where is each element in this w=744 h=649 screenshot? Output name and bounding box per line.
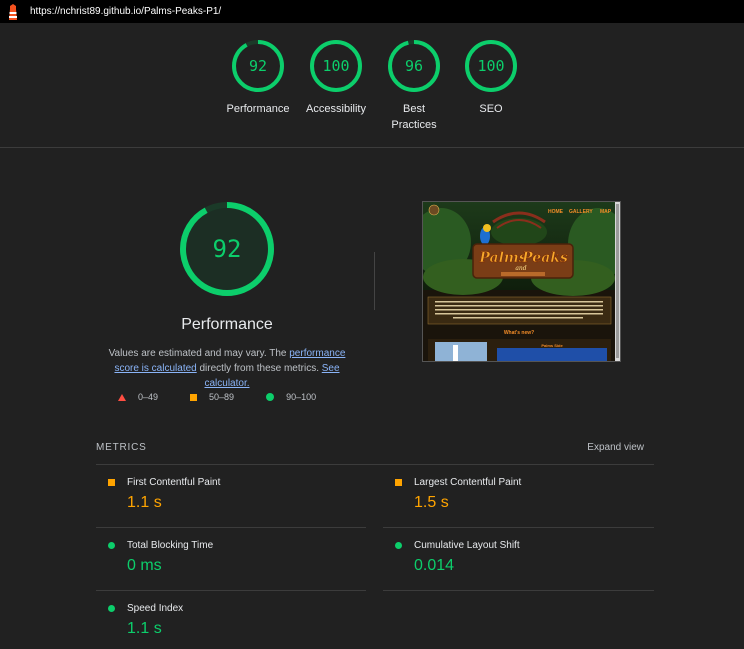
gauge-score: 100 [322, 57, 349, 75]
metric-name: Total Blocking Time [127, 540, 214, 551]
gauge-ring: 96 [388, 40, 440, 92]
thumbnail-logo-palms: Palms [478, 250, 526, 266]
description-text: directly from these metrics. [196, 363, 322, 374]
metric-name: First Contentful Paint [127, 477, 221, 488]
legend-average: 50–89 [190, 392, 234, 402]
gauge-performance[interactable]: 92 Performance [218, 39, 298, 117]
pass-circle-icon [108, 542, 115, 549]
metric-value: 0.014 [414, 557, 455, 574]
row-divider [383, 590, 654, 591]
thumbnail-nav-home: HOME [548, 209, 564, 215]
thumbnail-nav-map: MAP [600, 209, 612, 215]
legend-label: 50–89 [209, 392, 235, 402]
top-bar: https://nchrist89.github.io/Palms-Peaks-… [0, 0, 744, 23]
metric-largest-contentful-paint[interactable]: Largest Contentful Paint 1.5 s [383, 465, 653, 528]
legend-label: 0–49 [138, 392, 159, 402]
metric-value: 1.1 s [127, 620, 162, 637]
metric-value: 1.5 s [414, 494, 449, 511]
metric-name: Speed Index [127, 603, 184, 614]
legend-pass: 90–100 [266, 392, 316, 402]
metric-value: 1.1 s [127, 494, 162, 511]
gauge-label: Performance [226, 103, 290, 115]
performance-title: Performance [181, 316, 273, 333]
gauge-label: Accessibility [306, 103, 366, 115]
pass-circle-icon [395, 542, 402, 549]
average-square-icon [395, 479, 402, 486]
website-thumbnail: Palms and Peaks HOME GALLERY MAP What's … [423, 202, 620, 361]
metric-value: 0 ms [127, 557, 162, 574]
metric-name: Cumulative Layout Shift [414, 540, 520, 551]
metric-cumulative-layout-shift[interactable]: Cumulative Layout Shift 0.014 [383, 528, 653, 591]
gauge-seo[interactable]: 100 SEO [451, 39, 531, 117]
gauge-score: 92 [249, 57, 267, 75]
performance-gauge: 92 [180, 202, 274, 296]
divider [374, 252, 375, 310]
thumbnail-logo-and: and [515, 265, 526, 272]
metric-total-blocking-time[interactable]: Total Blocking Time 0 ms [96, 528, 366, 591]
metrics-title: METRICS [96, 442, 147, 453]
gauge-ring: 92 [232, 40, 284, 92]
legend-fail: 0–49 [118, 392, 158, 402]
metric-name: Largest Contentful Paint [414, 477, 522, 488]
final-screenshot[interactable]: Palms and Peaks HOME GALLERY MAP What's … [422, 201, 621, 362]
fail-triangle-icon [118, 393, 126, 401]
metric-first-contentful-paint[interactable]: First Contentful Paint 1.1 s [96, 465, 366, 528]
summary-gauges: 92 Performance 100 Accessibility 96 Best… [0, 23, 744, 148]
gauge-accessibility[interactable]: 100 Accessibility [296, 39, 376, 117]
thumbnail-nav-gallery: GALLERY [569, 209, 593, 215]
gauge-best-practices[interactable]: 96 Best Practices [374, 39, 454, 133]
description-text: Values are estimated and may vary. The [108, 348, 290, 359]
pass-circle-icon [108, 605, 115, 612]
metrics-header: METRICS Expand view [96, 440, 654, 465]
performance-score: 92 [213, 235, 242, 263]
gauge-score: 96 [405, 57, 423, 75]
expand-view-toggle[interactable]: Expand view [587, 442, 644, 453]
metric-speed-index[interactable]: Speed Index 1.1 s [96, 591, 366, 649]
performance-description: Values are estimated and may vary. The p… [96, 346, 358, 391]
lighthouse-icon [6, 3, 20, 20]
average-square-icon [108, 479, 115, 486]
thumbnail-section-title: What's new? [504, 330, 534, 336]
gauge-ring: 100 [310, 40, 362, 92]
thumbnail-logo-peaks: Peaks [521, 250, 568, 266]
legend-label: 90–100 [286, 392, 317, 402]
gauge-label: Best Practices [391, 103, 437, 131]
average-square-icon [190, 393, 198, 401]
gauge-ring: 100 [465, 40, 517, 92]
score-legend: 0–49 50–89 90–100 [118, 392, 348, 402]
thumbnail-card-title: Palms Side [541, 343, 563, 348]
gauge-label: SEO [479, 103, 503, 115]
pass-circle-icon [266, 393, 275, 401]
gauge-score: 100 [477, 57, 504, 75]
report-url[interactable]: https://nchrist89.github.io/Palms-Peaks-… [30, 6, 221, 17]
